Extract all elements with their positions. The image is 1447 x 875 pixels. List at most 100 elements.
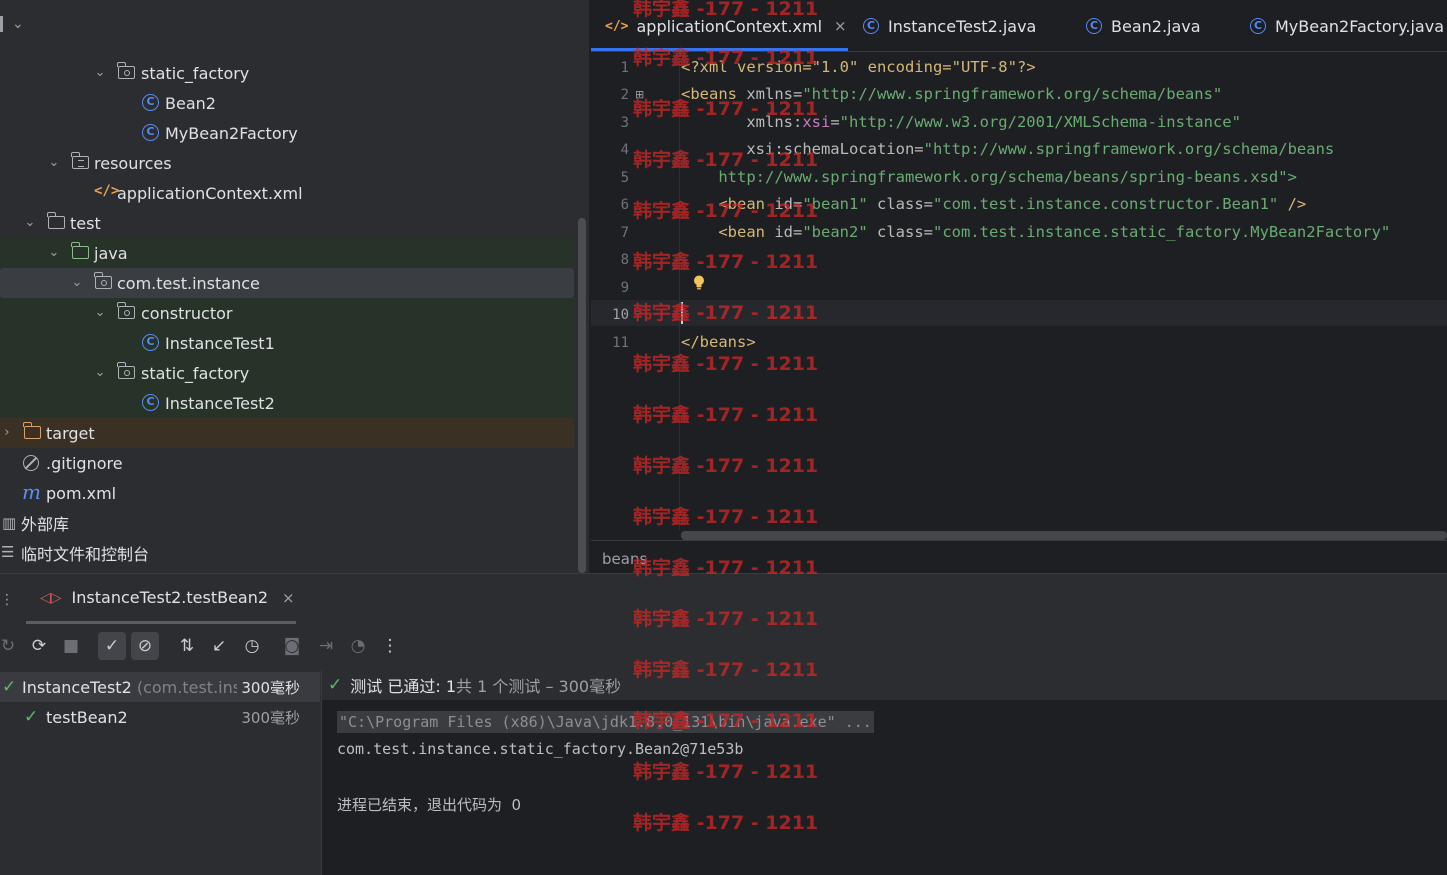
camera-icon[interactable]: ◙	[278, 632, 306, 660]
tree-item-external-libraries[interactable]: ▥ 外部库	[0, 508, 574, 538]
profiler-icon[interactable]: ◔	[344, 632, 372, 660]
test-status-line: ✓ 测试 已通过: 1 共 1 个测试 – 300毫秒	[322, 670, 1447, 700]
rerun-failed-icon[interactable]: ⟳	[25, 632, 53, 660]
code-text: "http://www.w3.org/2001/XMLSchema-instan…	[839, 113, 1241, 131]
tree-item-instancetest1[interactable]: C InstanceTest1	[0, 328, 574, 358]
code-text: xsi	[802, 113, 831, 131]
show-ignored-icon[interactable]: ⊘	[131, 632, 159, 660]
code-text: "http://www.springframework.org/schema/b…	[802, 85, 1223, 103]
test-row-testbean2[interactable]: ✓ testBean2 300毫秒	[0, 702, 320, 732]
console-exit-line: 进程已结束，退出代码为 0	[337, 796, 522, 814]
code-text: <?xml version="1.0" encoding="UTF-8"?>	[681, 58, 1036, 76]
tree-item-mybean2factory[interactable]: C MyBean2Factory	[0, 118, 574, 148]
code-text: class=	[867, 195, 933, 213]
show-passed-icon[interactable]: ✓	[98, 632, 126, 660]
code-line-4[interactable]: xsi:schemaLocation="http://www.springfra…	[681, 140, 1334, 158]
test-status-extra: 共 1 个测试 – 300毫秒	[456, 677, 622, 696]
history-icon[interactable]: ◷	[238, 632, 266, 660]
code-text: "bean2"	[802, 223, 868, 241]
tree-item-target[interactable]: › target	[0, 418, 574, 448]
code-line-2[interactable]: <beans xmlns="http://www.springframework…	[681, 85, 1222, 103]
project-scrollbar[interactable]	[578, 218, 586, 573]
class-icon: C	[1086, 18, 1102, 34]
tree-item-java[interactable]: ⌄ java	[0, 238, 574, 268]
tree-item-com-test-instance[interactable]: ⌄ com.test.instance	[0, 268, 574, 298]
tree-item-applicationcontext[interactable]: </> applicationContext.xml	[0, 178, 574, 208]
editor-horizontal-scrollbar[interactable]	[681, 531, 1447, 540]
project-tool-window: ⌄ ⌄ static_factory C Bean2 C MyBean2Fact…	[0, 0, 589, 573]
junit-run-icon: ◁▷	[40, 589, 62, 606]
line-number: 9	[620, 280, 629, 296]
tree-item-label: java	[94, 243, 128, 263]
tree-item-static-factory-test[interactable]: ⌄ static_factory	[0, 358, 574, 388]
rerun-icon[interactable]: ↻	[0, 632, 22, 660]
tree-item-label: resources	[94, 153, 172, 173]
code-text: class=	[867, 223, 933, 241]
chevron-down-icon[interactable]: ⌄	[93, 366, 107, 380]
test-status-text: 测试 已通过: 1	[350, 677, 456, 696]
line-number-gutter[interactable]: 1 2 3 4 5 6 7 8 9 10 11 ⊞	[591, 52, 679, 530]
code-line-3[interactable]: xmlns:xsi="http://www.w3.org/2001/XMLSch…	[681, 113, 1241, 131]
tree-item-test[interactable]: ⌄ test	[0, 208, 574, 238]
tree-item-resources[interactable]: ⌄ resources	[0, 148, 574, 178]
chevron-down-icon[interactable]: ⌄	[12, 16, 24, 32]
import-icon[interactable]: ⇥	[312, 632, 340, 660]
code-line-11[interactable]: </beans>	[681, 333, 756, 351]
lightbulb-icon[interactable]	[693, 275, 705, 290]
test-name: testBean2	[46, 707, 128, 727]
excluded-folder-icon	[23, 422, 42, 444]
code-line-5[interactable]: http://www.springframework.org/schema/be…	[681, 168, 1297, 186]
console-output[interactable]: ✓ 测试 已通过: 1 共 1 个测试 – 300毫秒 "C:\Program …	[322, 670, 1447, 875]
stop-icon[interactable]: ■	[57, 632, 85, 660]
tree-item-scratches[interactable]: ☰ 临时文件和控制台	[0, 538, 574, 568]
class-icon: C	[142, 94, 160, 112]
tree-item-instancetest2[interactable]: C InstanceTest2	[0, 388, 574, 418]
chevron-down-icon[interactable]: ⌄	[93, 66, 107, 80]
code-text: http://www.springframework.org/schema/be…	[681, 168, 1297, 186]
chevron-down-icon[interactable]: ⌄	[47, 156, 61, 170]
tab-instancetest2-java[interactable]: C InstanceTest2.java	[863, 0, 1036, 52]
tab-label: InstanceTest2.java	[888, 16, 1037, 36]
line-number: 8	[620, 252, 629, 268]
gutter-structure-icon[interactable]: ⊞	[635, 88, 644, 101]
tree-item-label: .gitignore	[46, 453, 123, 473]
tree-item-pom[interactable]: m pom.xml	[0, 478, 574, 508]
collapse-icon[interactable]: ↙	[205, 632, 233, 660]
tab-applicationcontext-xml[interactable]: </> applicationContext.xml ×	[605, 0, 847, 52]
tab-run-config[interactable]: ◁▷ InstanceTest2.testBean2 ×	[40, 588, 295, 607]
tree-item-constructor[interactable]: ⌄ constructor	[0, 298, 574, 328]
chevron-down-icon[interactable]: ⌄	[70, 276, 84, 290]
close-icon[interactable]: ×	[282, 589, 295, 607]
tab-bean2-java[interactable]: C Bean2.java	[1086, 0, 1201, 52]
run-window-mark: ⋮	[0, 592, 14, 608]
line-number: 6	[620, 197, 629, 213]
breadcrumb-bar: beans	[591, 540, 1447, 573]
tab-mybean2factory-java[interactable]: C MyBean2Factory.java	[1250, 0, 1444, 52]
chevron-right-icon[interactable]: ›	[0, 426, 14, 440]
class-icon: C	[142, 334, 160, 352]
tree-item-static-factory[interactable]: ⌄ static_factory	[0, 58, 574, 88]
class-icon: C	[142, 124, 160, 142]
test-row-instancetest2[interactable]: ✓ InstanceTest2 (com.test.inst 300毫秒	[0, 672, 320, 702]
code-line-1[interactable]: <?xml version="1.0" encoding="UTF-8"?>	[681, 58, 1036, 76]
close-icon[interactable]: ×	[834, 17, 847, 35]
test-class-name: InstanceTest2	[22, 677, 132, 697]
tree-item-bean2[interactable]: C Bean2	[0, 88, 574, 118]
code-text: id=	[765, 195, 803, 213]
line-number: 11	[612, 335, 629, 351]
code-line-7[interactable]: <bean id="bean2" class="com.test.instanc…	[681, 223, 1390, 241]
line-number: 7	[620, 225, 629, 241]
tree-item-gitignore[interactable]: .gitignore	[0, 448, 574, 478]
chevron-down-icon[interactable]: ⌄	[93, 306, 107, 320]
breadcrumb[interactable]: beans	[602, 550, 647, 568]
check-icon: ✓	[2, 677, 17, 697]
code-line-6[interactable]: <bean id="bean1" class="com.test.instanc…	[681, 195, 1306, 213]
chevron-down-icon[interactable]: ⌄	[23, 216, 37, 230]
package-folder-icon	[117, 362, 136, 384]
tree-item-label: test	[70, 213, 101, 233]
code-text: "http://www.springframework.org/schema/b…	[923, 140, 1335, 158]
more-options-icon[interactable]: ⋮	[376, 632, 404, 660]
sort-icon[interactable]: ⇅	[173, 632, 201, 660]
chevron-down-icon[interactable]: ⌄	[47, 246, 61, 260]
console-command-line[interactable]: "C:\Program Files (x86)\Java\jdk1.8.0_13…	[337, 711, 874, 733]
